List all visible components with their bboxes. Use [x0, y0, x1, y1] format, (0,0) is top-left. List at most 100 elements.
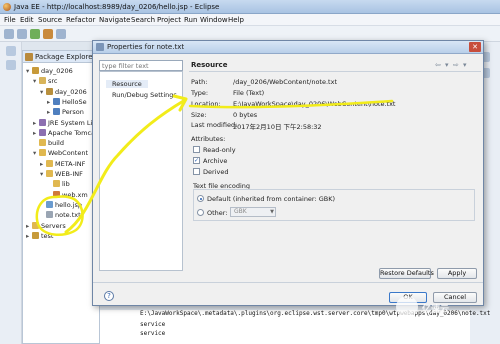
watermark-logo: 亿速云: [396, 296, 496, 318]
tree-item[interactable]: ▸ Person: [47, 108, 84, 118]
menu-source[interactable]: Source: [38, 16, 62, 24]
tree-item[interactable]: ▾ WebContent: [33, 149, 88, 159]
search-icon[interactable]: [56, 29, 66, 39]
size-value: 0 bytes: [233, 111, 258, 119]
default-encoding-label: Default (inherited from container: GBK): [207, 195, 336, 203]
type-value: File (Text): [233, 89, 265, 97]
encoding-group: Default (inherited from container: GBK) …: [193, 189, 475, 221]
tree-item-label: Apache Tomcat: [48, 128, 98, 137]
tree-item[interactable]: ▸ Servers: [26, 221, 66, 232]
project-icon: [32, 67, 39, 74]
tree-item[interactable]: ▸ test: [26, 231, 54, 242]
read-only-label: Read-only: [203, 146, 236, 154]
properties-icon: [96, 43, 104, 51]
modified-value: 2017年2月10日 下午2:58:32: [233, 123, 322, 131]
tree-item[interactable]: ▸ Apache Tomcat: [33, 128, 98, 139]
watermark-icon: [396, 296, 418, 318]
folder-icon: [46, 159, 53, 167]
location-label: Location:: [191, 100, 221, 108]
package-icon: [46, 87, 53, 95]
tree-item[interactable]: ▸ HelloSe: [47, 97, 87, 108]
apply-button[interactable]: Apply: [437, 268, 477, 279]
source-folder-icon: [39, 77, 46, 85]
console-line: service: [140, 321, 166, 328]
dialog-titlebar: Properties for note.txt ✕: [93, 41, 483, 54]
new-icon[interactable]: [4, 29, 14, 39]
archive-checkbox[interactable]: ✓: [193, 157, 200, 164]
tree-item[interactable]: build: [33, 139, 64, 149]
library-icon: [39, 128, 46, 136]
package-explorer: Package Explorer ▾ day_0206 ▾ src ▾ day_0206 ▸…: [22, 50, 101, 344]
derived-label: Derived: [203, 168, 229, 176]
nav-item-resource[interactable]: Resource: [106, 80, 148, 88]
menu-arrow-icon[interactable]: ▾: [463, 61, 467, 69]
folder-icon: [39, 149, 46, 157]
dropdown-arrow-icon[interactable]: ▾: [445, 61, 449, 69]
menu-run[interactable]: Run: [184, 16, 197, 24]
tree-item-label: day_0206: [41, 67, 73, 75]
tree-item[interactable]: ▸ META-INF: [40, 159, 86, 170]
other-encoding-label: Other:: [207, 209, 228, 217]
help-icon[interactable]: ?: [104, 291, 114, 301]
menu-window[interactable]: Window: [200, 16, 228, 24]
tree-item[interactable]: ▾ day_0206: [40, 87, 87, 98]
watermark-text: 亿速云: [422, 305, 450, 315]
filter-input[interactable]: [99, 60, 183, 71]
tree-item-label: note.txt: [55, 211, 81, 220]
run-icon[interactable]: [30, 29, 40, 39]
folder-icon: [39, 139, 46, 147]
location-value: E:\JavaWorkSpace\day_0206\WebContent\not…: [233, 100, 396, 108]
tree-item[interactable]: lib: [47, 180, 70, 190]
console-line: service: [140, 330, 166, 337]
debug-icon[interactable]: [43, 29, 53, 39]
tree-item[interactable]: hello.jsp: [40, 200, 82, 211]
back-arrow-icon[interactable]: ⇦: [435, 61, 441, 69]
tree-item-label: Servers: [41, 221, 66, 230]
menu-navigate[interactable]: Navigate: [99, 16, 130, 24]
chevron-down-icon: ▼: [270, 209, 274, 215]
tree-item-label: web.xm: [62, 190, 88, 199]
tree-item-label: META-INF: [55, 159, 86, 168]
tree-item[interactable]: note.txt: [40, 211, 81, 221]
tree-item[interactable]: web.xm: [47, 190, 88, 201]
restore-defaults-button[interactable]: Restore Defaults: [379, 268, 434, 279]
tree-item[interactable]: ▾ day_0206: [26, 67, 73, 77]
tree-item[interactable]: ▾ src: [33, 77, 58, 87]
nav-item-run-debug-settings[interactable]: Run/Debug Settings: [106, 91, 183, 99]
window-titlebar: Java EE - http://localhost:8989/day_0206…: [0, 0, 500, 14]
menu-project[interactable]: Project: [157, 16, 181, 24]
tree-item-label: build: [48, 139, 64, 148]
outline-icon[interactable]: [6, 60, 16, 70]
menu-refactor[interactable]: Refactor: [66, 16, 95, 24]
tree-item-label: WebContent: [48, 149, 89, 158]
menu-bar: File Edit Source Refactor Navigate Searc…: [0, 14, 500, 26]
forward-arrow-icon[interactable]: ⇨: [453, 61, 459, 69]
xml-file-icon: [53, 190, 60, 198]
save-icon[interactable]: [17, 29, 27, 39]
encoding-combo[interactable]: GBK ▼: [230, 207, 276, 217]
tree-item-label: hello.jsp: [55, 200, 82, 209]
derived-checkbox[interactable]: [193, 168, 200, 175]
java-file-icon: [53, 97, 60, 105]
other-encoding-radio[interactable]: [197, 209, 204, 216]
left-trim: [0, 42, 22, 344]
window-title: Java EE - http://localhost:8989/day_0206…: [14, 3, 220, 11]
library-icon: [39, 118, 46, 126]
folder-icon: [46, 170, 53, 177]
tree-item-label: Person: [62, 108, 84, 117]
package-explorer-tab[interactable]: Package Explorer: [23, 51, 101, 63]
jsp-file-icon: [46, 200, 53, 208]
tree-item[interactable]: ▾ WEB-INF: [40, 170, 83, 180]
restore-icon[interactable]: [6, 46, 16, 56]
menu-help[interactable]: Help: [228, 16, 244, 24]
menu-search[interactable]: Search: [131, 16, 155, 24]
default-encoding-radio[interactable]: [197, 195, 204, 202]
eclipse-logo-icon: [3, 3, 11, 11]
tree-item[interactable]: ▸ JRE System Lib: [33, 118, 97, 129]
tree-item-label: test: [41, 231, 54, 240]
menu-file[interactable]: File: [4, 16, 16, 24]
menu-edit[interactable]: Edit: [20, 16, 34, 24]
read-only-checkbox[interactable]: [193, 146, 200, 153]
tree-item-label: JRE System Lib: [48, 118, 97, 127]
close-button[interactable]: ✕: [469, 42, 481, 52]
